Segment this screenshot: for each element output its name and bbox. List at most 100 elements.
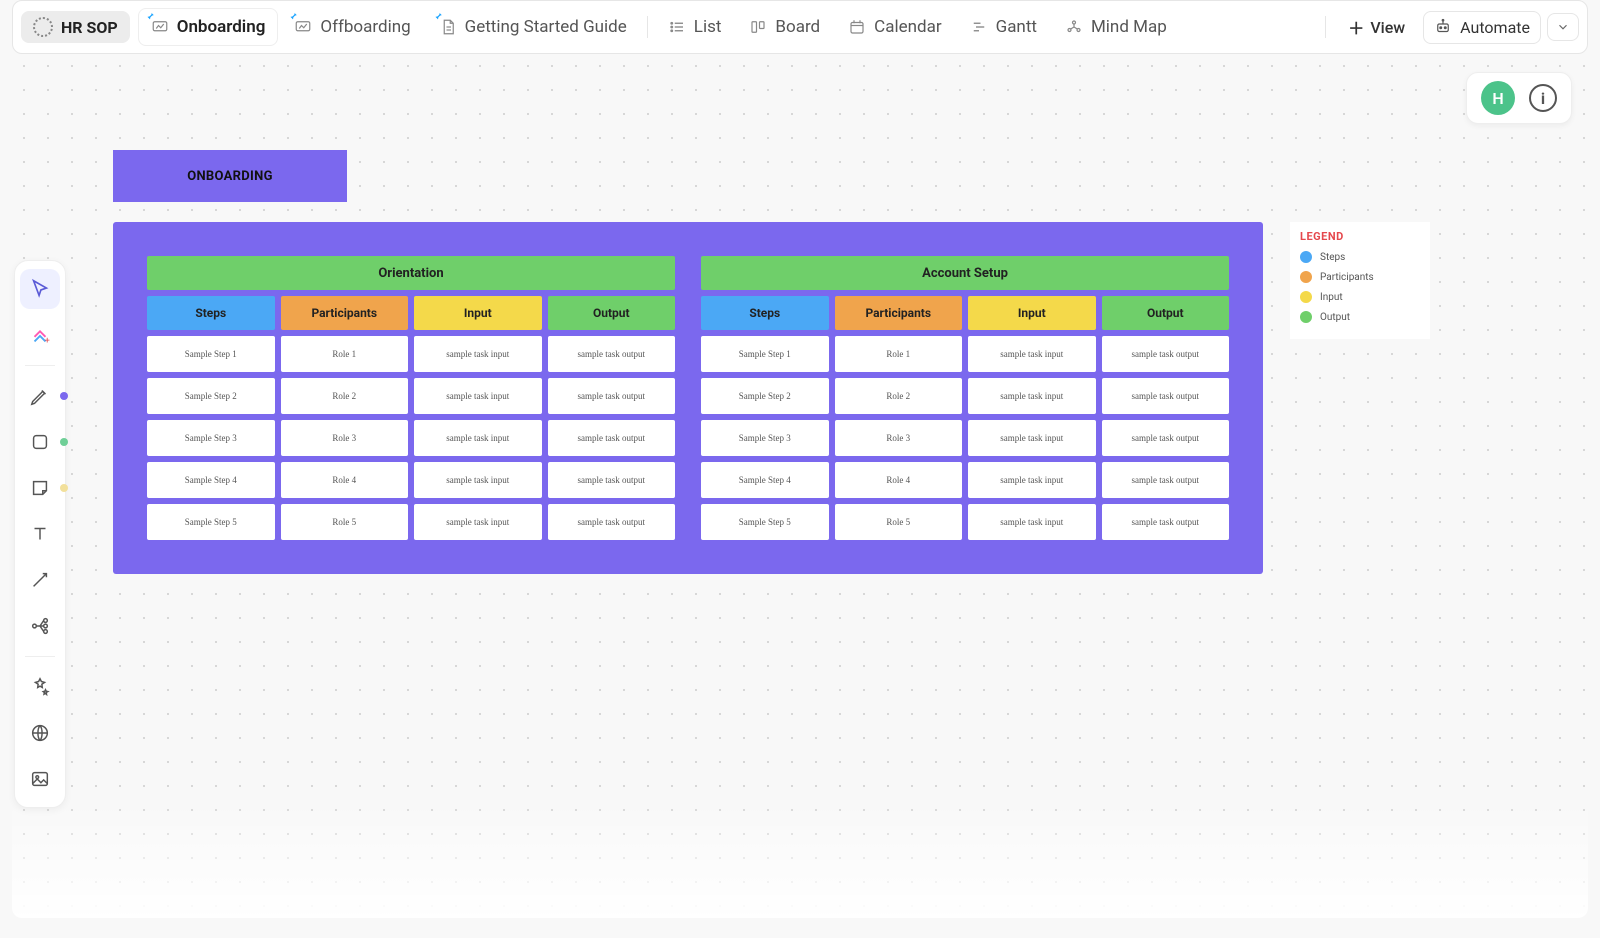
cell-steps[interactable]: Sample Step 2 [701, 378, 829, 414]
group-title[interactable]: Orientation [147, 256, 675, 290]
table-row: Sample Step 3Role 3sample task inputsamp… [147, 420, 675, 456]
legend-item: Participants [1300, 271, 1420, 283]
list-icon [668, 18, 686, 36]
swatch-icon [1300, 311, 1312, 323]
cell-input[interactable]: sample task input [968, 504, 1096, 540]
cell-participants[interactable]: Role 2 [281, 378, 409, 414]
column-header-input[interactable]: Input [414, 296, 542, 330]
tool-text[interactable] [20, 514, 60, 554]
column-header-steps[interactable]: Steps [147, 296, 275, 330]
automate-dropdown[interactable] [1547, 13, 1579, 41]
cell-steps[interactable]: Sample Step 5 [147, 504, 275, 540]
tab-getting-started-guide[interactable]: Getting Started Guide [427, 9, 639, 45]
group-title[interactable]: Account Setup [701, 256, 1229, 290]
tool-connector[interactable] [20, 560, 60, 600]
cell-input[interactable]: sample task input [414, 504, 542, 540]
tool-web[interactable] [20, 713, 60, 753]
pin-icon [288, 11, 298, 21]
cell-steps[interactable]: Sample Step 1 [147, 336, 275, 372]
mindmap-icon [1065, 18, 1083, 36]
swatch-icon [1300, 251, 1312, 263]
cell-participants[interactable]: Role 3 [281, 420, 409, 456]
tab-mind-map[interactable]: Mind Map [1053, 9, 1179, 45]
cell-participants[interactable]: Role 1 [281, 336, 409, 372]
space-chip[interactable]: HR SOP [21, 11, 130, 43]
tool-shape[interactable] [20, 422, 60, 462]
automate-button[interactable]: Automate [1423, 11, 1541, 44]
cell-output[interactable]: sample task output [1102, 462, 1230, 498]
main-card[interactable]: OrientationStepsParticipantsInputOutputS… [113, 222, 1263, 574]
cell-input[interactable]: sample task input [414, 378, 542, 414]
info-button[interactable]: i [1529, 84, 1557, 112]
cell-input[interactable]: sample task input [414, 462, 542, 498]
cell-output[interactable]: sample task output [548, 378, 676, 414]
cell-output[interactable]: sample task output [548, 336, 676, 372]
cell-output[interactable]: sample task output [1102, 504, 1230, 540]
legend-title: LEGEND [1300, 230, 1420, 243]
cell-input[interactable]: sample task input [968, 336, 1096, 372]
cell-participants[interactable]: Role 4 [835, 462, 963, 498]
cell-steps[interactable]: Sample Step 5 [701, 504, 829, 540]
cell-input[interactable]: sample task input [968, 420, 1096, 456]
cell-steps[interactable]: Sample Step 2 [147, 378, 275, 414]
table-row: Sample Step 5Role 5sample task inputsamp… [147, 504, 675, 540]
cell-participants[interactable]: Role 4 [281, 462, 409, 498]
tab-label: Gantt [996, 17, 1037, 37]
gantt-icon [970, 18, 988, 36]
color-dot-icon [60, 438, 68, 446]
presence-bar: H i [1466, 72, 1572, 124]
column-header-input[interactable]: Input [968, 296, 1096, 330]
cell-output[interactable]: sample task output [1102, 378, 1230, 414]
column-header-participants[interactable]: Participants [835, 296, 963, 330]
add-view-button[interactable]: ＋ View [1338, 9, 1415, 45]
cell-steps[interactable]: Sample Step 4 [147, 462, 275, 498]
column-header-steps[interactable]: Steps [701, 296, 829, 330]
cell-input[interactable]: sample task input [968, 462, 1096, 498]
table-row: Sample Step 2Role 2sample task inputsamp… [147, 378, 675, 414]
cell-steps[interactable]: Sample Step 4 [701, 462, 829, 498]
tab-gantt[interactable]: Gantt [958, 9, 1049, 45]
column-header-participants[interactable]: Participants [281, 296, 409, 330]
automate-label: Automate [1460, 18, 1530, 37]
tool-select[interactable] [20, 269, 60, 309]
cell-input[interactable]: sample task input [968, 378, 1096, 414]
cell-input[interactable]: sample task input [414, 420, 542, 456]
board-icon [749, 18, 767, 36]
cell-output[interactable]: sample task output [1102, 336, 1230, 372]
cell-participants[interactable]: Role 1 [835, 336, 963, 372]
tool-ai[interactable] [20, 667, 60, 707]
tab-onboarding[interactable]: Onboarding [138, 8, 279, 46]
tool-sticky[interactable] [20, 468, 60, 508]
tool-mindmap[interactable] [20, 606, 60, 646]
tool-image[interactable] [20, 759, 60, 799]
column-header-output[interactable]: Output [1102, 296, 1230, 330]
cell-participants[interactable]: Role 2 [835, 378, 963, 414]
table-row: Sample Step 3Role 3sample task inputsamp… [701, 420, 1229, 456]
pin-icon [145, 11, 155, 21]
view-tabs: OnboardingOffboardingGetting Started Gui… [138, 8, 1314, 46]
cell-output[interactable]: sample task output [548, 420, 676, 456]
tab-list[interactable]: List [656, 9, 734, 45]
cell-output[interactable]: sample task output [548, 504, 676, 540]
cell-input[interactable]: sample task input [414, 336, 542, 372]
tool-clickup[interactable]: + [20, 315, 60, 355]
cell-participants[interactable]: Role 3 [835, 420, 963, 456]
title-card[interactable]: ONBOARDING [113, 150, 347, 202]
cell-output[interactable]: sample task output [548, 462, 676, 498]
cell-steps[interactable]: Sample Step 3 [147, 420, 275, 456]
cell-output[interactable]: sample task output [1102, 420, 1230, 456]
avatar[interactable]: H [1481, 81, 1515, 115]
tab-offboarding[interactable]: Offboarding [282, 9, 422, 45]
legend-label: Input [1320, 292, 1343, 303]
legend-card[interactable]: LEGEND StepsParticipantsInputOutput [1290, 222, 1430, 339]
tool-pen[interactable] [20, 376, 60, 416]
cell-steps[interactable]: Sample Step 3 [701, 420, 829, 456]
cell-participants[interactable]: Role 5 [835, 504, 963, 540]
cell-participants[interactable]: Role 5 [281, 504, 409, 540]
tab-calendar[interactable]: Calendar [836, 9, 953, 45]
info-icon: i [1541, 89, 1545, 108]
svg-text:+: + [45, 336, 50, 346]
cell-steps[interactable]: Sample Step 1 [701, 336, 829, 372]
tab-board[interactable]: Board [737, 9, 832, 45]
column-header-output[interactable]: Output [548, 296, 676, 330]
